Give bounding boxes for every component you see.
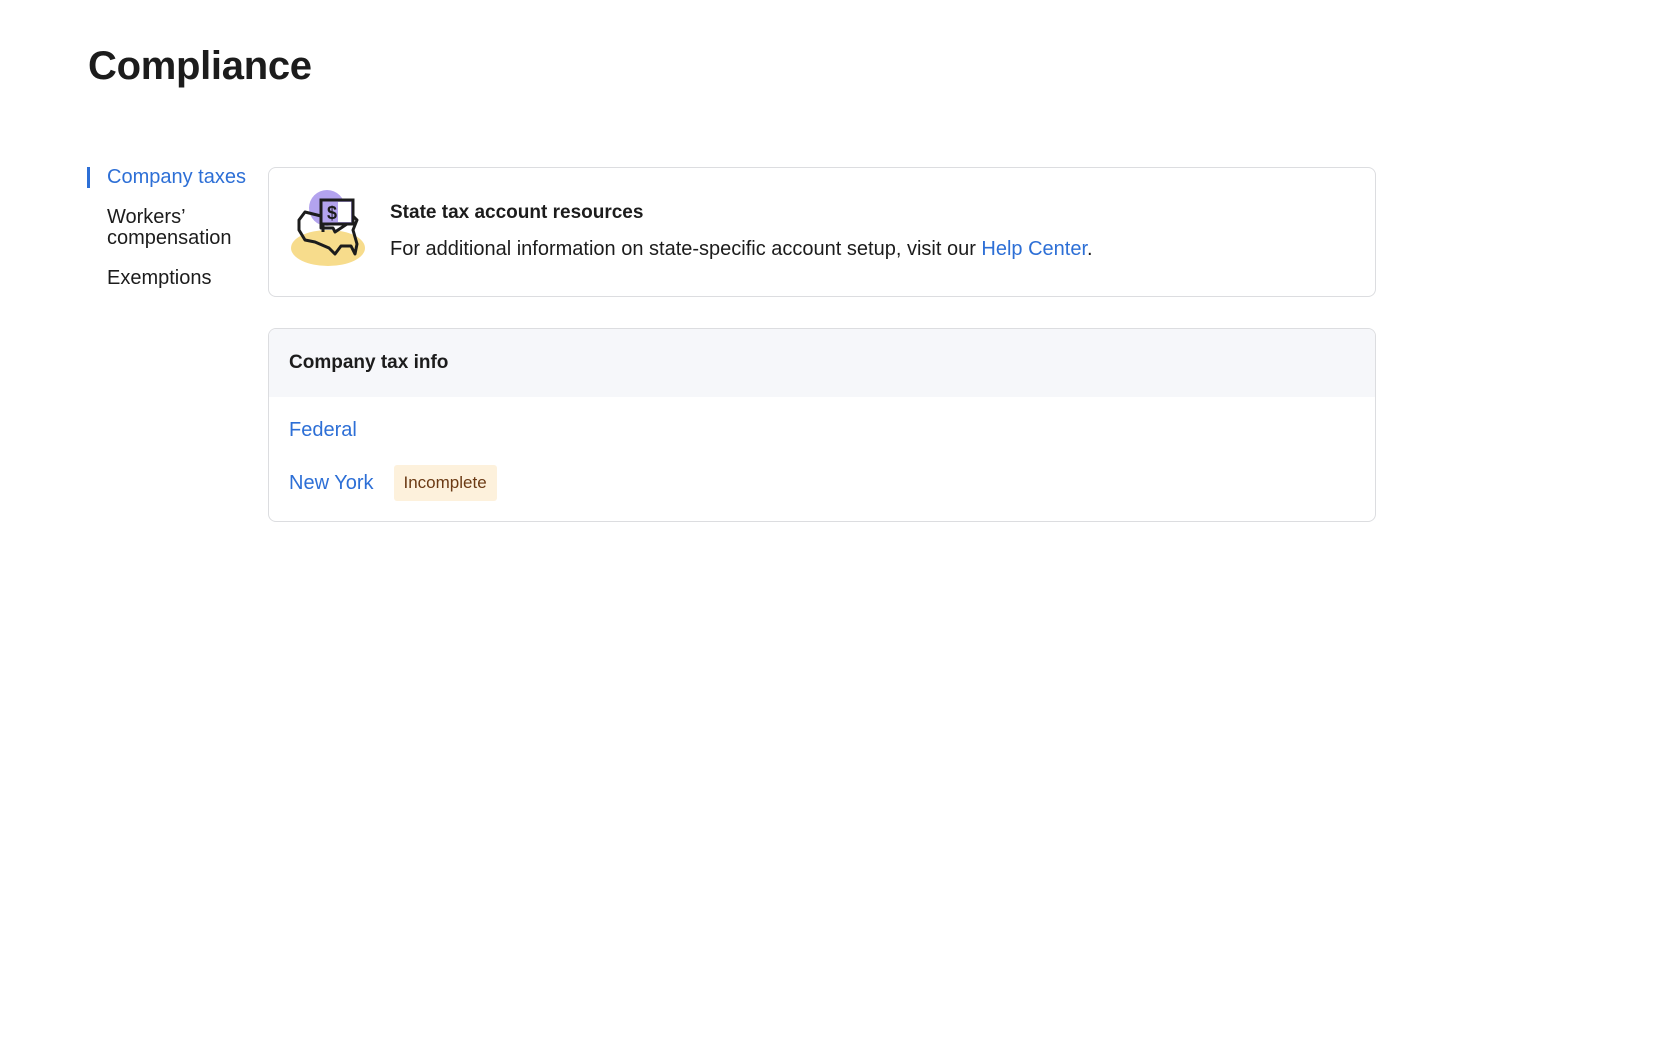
card-title: Company tax info xyxy=(289,352,449,373)
sidebar-item-company-taxes[interactable]: Company taxes xyxy=(87,167,257,188)
resources-text-period: . xyxy=(1087,238,1093,260)
resources-text: For additional information on state-spec… xyxy=(390,238,1093,261)
resources-title: State tax account resources xyxy=(390,202,644,223)
help-center-link[interactable]: Help Center xyxy=(981,238,1087,260)
federal-link[interactable]: Federal xyxy=(289,419,357,442)
card-header: Company tax info xyxy=(269,329,1375,397)
page-title: Compliance xyxy=(88,44,312,88)
resources-text-body: For additional information on state-spec… xyxy=(390,238,982,260)
sidebar-item-workers-compensation[interactable]: Workers’ compensation xyxy=(87,207,257,249)
state-tax-resources-card: $ State tax account resources For additi… xyxy=(268,167,1376,297)
status-badge: Incomplete xyxy=(393,465,497,501)
tax-row-federal: Federal xyxy=(289,419,357,442)
sidebar-nav: Company taxes Workers’ compensation Exem… xyxy=(87,167,257,308)
svg-text:$: $ xyxy=(327,203,337,223)
company-tax-info-card: Company tax info Federal New York Incomp… xyxy=(268,328,1376,522)
new-york-link[interactable]: New York xyxy=(289,472,374,495)
us-map-tax-illustration-icon: $ xyxy=(291,190,365,266)
sidebar-item-exemptions[interactable]: Exemptions xyxy=(87,268,257,289)
tax-row-new-york: New York Incomplete xyxy=(289,465,497,501)
